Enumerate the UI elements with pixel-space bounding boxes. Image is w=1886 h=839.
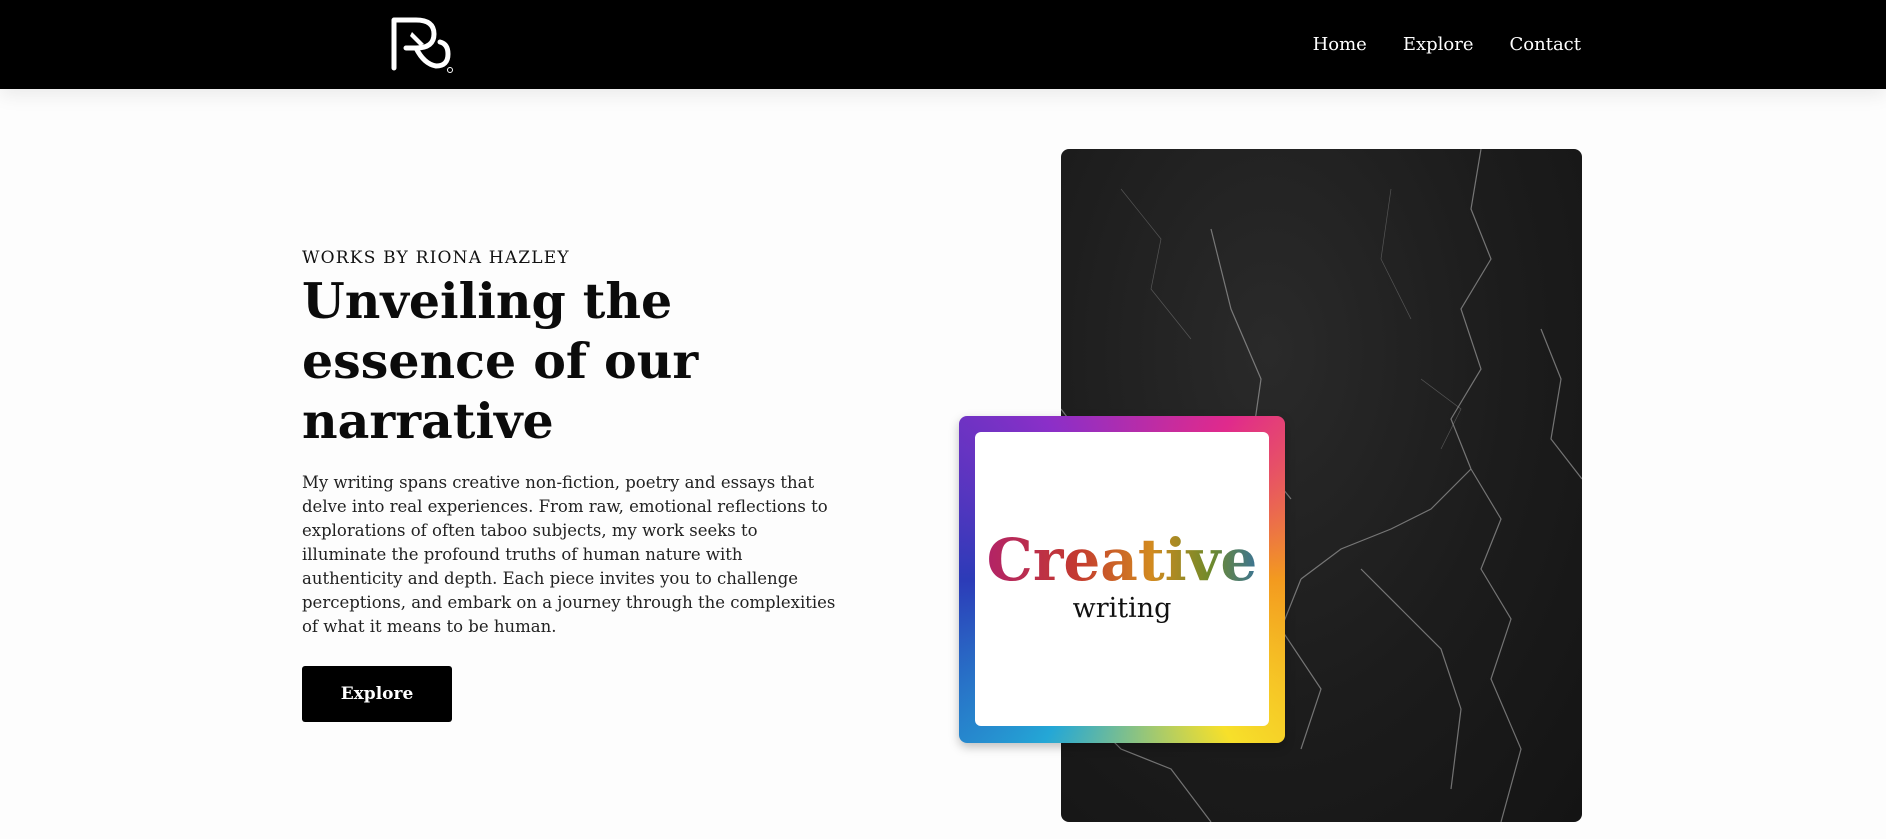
hero-eyebrow: WORKS BY RIONA HAZLEY [302, 248, 570, 268]
hero-text-block: WORKS BY RIONA HAZLEY Unveiling the esse… [302, 247, 842, 639]
creative-writing-card: Creative writing [959, 416, 1285, 743]
top-navigation-bar: Home Explore Contact [0, 0, 1886, 89]
hero-title: Unveiling the essence of our narrative [302, 272, 699, 450]
hero-description: My writing spans creative non-fiction, p… [302, 473, 836, 636]
nav-explore-link[interactable]: Explore [1403, 32, 1474, 58]
main-nav: Home Explore Contact [1313, 32, 1581, 58]
card-inner-panel: Creative writing [975, 432, 1269, 726]
explore-button[interactable]: Explore [302, 666, 452, 722]
card-title: Creative [975, 528, 1269, 592]
nav-contact-link[interactable]: Contact [1510, 32, 1581, 58]
card-subtitle: writing [1072, 593, 1172, 624]
rh-monogram-logo-icon[interactable] [390, 16, 454, 74]
nav-home-link[interactable]: Home [1313, 32, 1367, 58]
